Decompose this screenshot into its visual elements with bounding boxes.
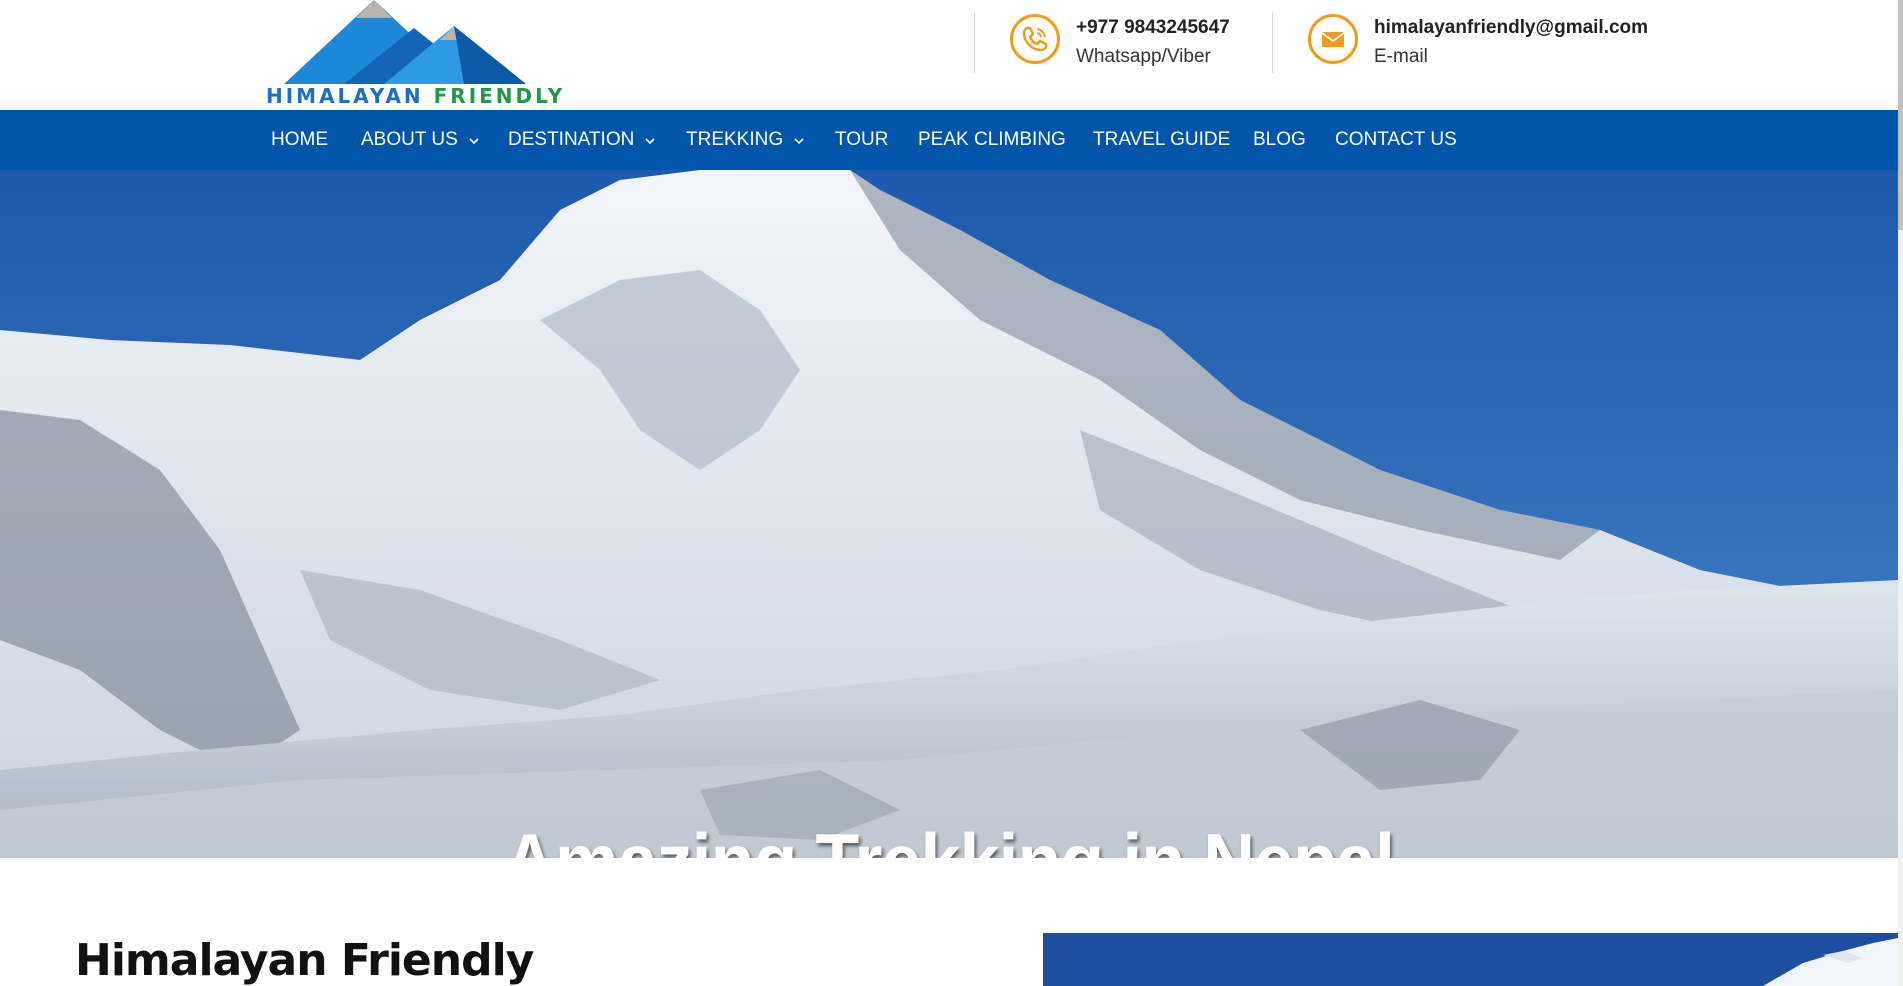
site-logo[interactable]: HIMALAYAN FRIENDLY xyxy=(264,0,562,110)
nav-item-label: HOME xyxy=(271,129,328,150)
nav-item-label: TOUR xyxy=(835,129,889,150)
mountain-logo-icon xyxy=(284,0,526,84)
site-header: HIMALAYAN FRIENDLY +977 9843245647 Whats… xyxy=(0,0,1903,110)
logo-word-friendly: FRIENDLY xyxy=(433,84,566,108)
nav-item-label: DESTINATION xyxy=(508,129,635,150)
phone-label: Whatsapp/Viber xyxy=(1076,46,1211,67)
chevron-down-icon xyxy=(469,129,479,151)
nav-item-label: TRAVEL GUIDE xyxy=(1093,129,1231,150)
scrollbar-thumb[interactable] xyxy=(1898,0,1903,230)
nav-item-home[interactable]: HOME xyxy=(271,110,328,170)
nav-item-contact-us[interactable]: CONTACT US xyxy=(1335,110,1457,170)
envelope-icon xyxy=(1308,14,1358,64)
page-scrollbar[interactable] xyxy=(1898,0,1903,986)
nav-item-blog[interactable]: BLOG xyxy=(1253,110,1306,170)
main-navigation: HOME ABOUT US DESTINATION TREKKING TOUR … xyxy=(0,110,1898,170)
nav-item-trekking[interactable]: TREKKING xyxy=(686,110,804,170)
logo-wordmark: HIMALAYAN FRIENDLY xyxy=(266,84,565,108)
nav-item-destination[interactable]: DESTINATION xyxy=(508,110,655,170)
logo-word-himalayan: HIMALAYAN xyxy=(266,84,424,108)
chevron-down-icon xyxy=(794,129,804,151)
nav-item-label: TREKKING xyxy=(686,129,784,150)
nav-item-label: BLOG xyxy=(1253,129,1306,150)
intro-mountain-image xyxy=(1043,933,1898,986)
phone-number[interactable]: +977 9843245647 xyxy=(1076,17,1230,39)
nav-item-tour[interactable]: TOUR xyxy=(835,110,888,170)
nav-item-label: CONTACT US xyxy=(1335,129,1457,150)
email-label: E-mail xyxy=(1374,46,1428,67)
intro-image xyxy=(1043,933,1898,986)
hero-banner: Amazing Trekking in Nepal xyxy=(0,170,1898,858)
hero-title: Amazing Trekking in Nepal xyxy=(76,816,1822,858)
email-address[interactable]: himalayanfriendly@gmail.com xyxy=(1374,17,1648,39)
header-divider xyxy=(1272,12,1273,73)
nav-item-peak-climbing[interactable]: PEAK CLIMBING xyxy=(918,110,1066,170)
nav-item-about-us[interactable]: ABOUT US xyxy=(361,110,479,170)
nav-item-travel-guide[interactable]: TRAVEL GUIDE xyxy=(1093,110,1230,170)
nav-item-label: PEAK CLIMBING xyxy=(918,129,1066,150)
phone-icon xyxy=(1010,14,1060,64)
chevron-down-icon xyxy=(645,129,655,151)
hero-mountain-image xyxy=(0,170,1898,858)
nav-item-label: ABOUT US xyxy=(361,129,458,150)
intro-title: Himalayan Friendly xyxy=(75,935,534,986)
header-divider xyxy=(974,12,975,73)
